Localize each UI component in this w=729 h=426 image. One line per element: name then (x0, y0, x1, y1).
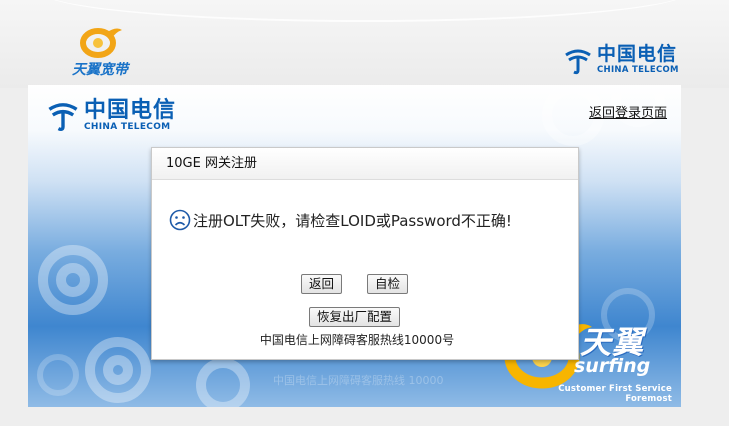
faded-footer-text: 中国电信上网障碍客服热线 10000 (273, 374, 444, 387)
factory-reset-button[interactable]: 恢复出厂配置 (309, 307, 401, 327)
hotline-text: 中国电信上网障碍客服热线10000号 (259, 333, 455, 347)
tianyi-logo-icon (80, 28, 122, 58)
header-arc-decoration (40, 0, 690, 22)
china-telecom-logo-panel: 中国电信 CHINA TELECOM (46, 98, 176, 132)
error-message-text: 注册OLT失败，请检查LOID或Password不正确! (193, 211, 512, 230)
error-message: 注册OLT失败，请检查LOID或Password不正确! (169, 209, 512, 231)
registration-dialog: 10GE 网关注册 注册OLT失败，请检查LOID或Password不正确! 返… (151, 147, 579, 360)
back-button[interactable]: 返回 (301, 274, 343, 294)
return-login-link[interactable]: 返回登录页面 (589, 102, 667, 121)
ct-logo-cn-text: 中国电信 (597, 43, 678, 66)
china-telecom-logo-top: 中国电信 CHINA TELECOM (563, 40, 683, 80)
surfing-en-text: surfing (574, 355, 651, 377)
tagline-text: Customer First Service Foremost (558, 384, 672, 404)
top-header-band: 天翼宽带 中国电信 CHINA TELECOM (0, 0, 729, 88)
china-telecom-logo-icon (565, 49, 591, 75)
ct-logo-cn-text: 中国电信 (84, 96, 177, 123)
china-telecom-logo-icon (48, 103, 78, 132)
ct-logo-en-text: CHINA TELECOM (84, 121, 171, 132)
sad-face-icon (169, 209, 191, 231)
ct-logo-en-text: CHINA TELECOM (597, 65, 679, 76)
self-check-button[interactable]: 自检 (367, 274, 409, 294)
tianyi-broadband-logo: 天翼宽带 (60, 24, 140, 82)
tianyi-broadband-text: 天翼宽带 (72, 62, 128, 78)
dialog-title: 10GE 网关注册 (152, 148, 578, 180)
